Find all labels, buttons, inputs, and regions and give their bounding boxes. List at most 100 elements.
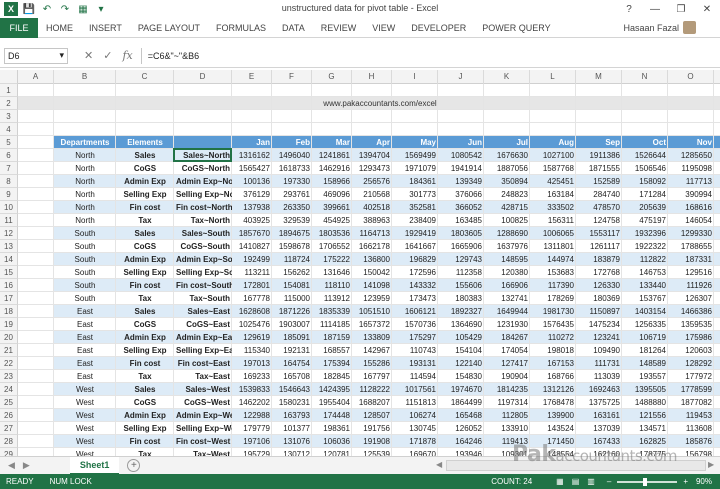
row-header[interactable]: 20 [0, 331, 18, 344]
cell-value[interactable]: 136800 [352, 253, 392, 266]
active-cell-d6[interactable] [173, 148, 232, 162]
column-header[interactable]: F [272, 70, 312, 84]
cell-value[interactable]: 1576435 [530, 318, 576, 331]
cell-element[interactable]: Selling Exp [116, 344, 174, 357]
cell-department[interactable]: North [54, 214, 116, 227]
cell-value[interactable]: 1027100 [530, 149, 576, 162]
cell-value[interactable]: 248823 [484, 188, 530, 201]
cell-value[interactable]: 158966 [312, 175, 352, 188]
cell-value[interactable]: 104 [714, 435, 720, 448]
row-header[interactable]: 3 [0, 110, 18, 123]
column-header[interactable]: C [116, 70, 174, 84]
cell-value[interactable]: 293761 [272, 188, 312, 201]
cell-value[interactable]: 183879 [576, 253, 622, 266]
cell-value[interactable]: 106274 [392, 409, 438, 422]
cell-value[interactable]: 1233 [714, 162, 720, 175]
cell-value[interactable]: 376129 [232, 188, 272, 201]
cell-department[interactable]: North [54, 175, 116, 188]
cell-value[interactable]: 1410827 [232, 240, 272, 253]
cell-combined-key[interactable]: CoGS~North [174, 162, 232, 175]
cell-value[interactable]: 1316162 [232, 149, 272, 162]
cell-value[interactable]: 133440 [622, 279, 668, 292]
cell-value[interactable]: 1720 [714, 149, 720, 162]
select-all-corner[interactable] [0, 70, 18, 84]
cell-combined-key[interactable]: Sales~South [174, 227, 232, 240]
cell-department[interactable]: West [54, 409, 116, 422]
cell-value[interactable]: 199 [714, 279, 720, 292]
cell-value[interactable]: 1871555 [576, 162, 622, 175]
cell-value[interactable]: 100136 [232, 175, 272, 188]
cell-value[interactable]: 146753 [622, 266, 668, 279]
cell-element[interactable]: Admin Exp [116, 175, 174, 188]
cell-value[interactable]: 119453 [668, 409, 714, 422]
cell-value[interactable]: 171284 [622, 188, 668, 201]
tab-view[interactable]: VIEW [364, 18, 403, 38]
cell-value[interactable]: 175394 [312, 357, 352, 370]
column-header[interactable]: K [484, 70, 530, 84]
cell-value[interactable]: 154830 [438, 370, 484, 383]
cell-value[interactable]: 167797 [352, 370, 392, 383]
cell-value[interactable]: 197330 [272, 175, 312, 188]
name-box[interactable]: D6 ▾ [4, 47, 68, 64]
restore-button[interactable]: ❐ [668, 0, 694, 18]
cell-value[interactable]: 134571 [622, 422, 668, 435]
cell-department[interactable]: East [54, 305, 116, 318]
cell-combined-key[interactable]: Selling Exp~North [174, 188, 232, 201]
cell-value[interactable]: 177972 [668, 370, 714, 383]
cell-value[interactable]: 399661 [312, 201, 352, 214]
cell-value[interactable]: 113912 [312, 292, 352, 305]
cell-value[interactable]: 1017561 [392, 383, 438, 396]
cell-combined-key[interactable]: Fin cost~East [174, 357, 232, 370]
cell-value[interactable]: 101377 [272, 422, 312, 435]
cell-value[interactable]: 172801 [232, 279, 272, 292]
cell-value[interactable]: 1877082 [668, 396, 714, 409]
cell-value[interactable]: 187159 [312, 331, 352, 344]
cell-value[interactable]: 146054 [668, 214, 714, 227]
cell-value[interactable]: 120380 [484, 266, 530, 279]
cell-value[interactable]: 129516 [668, 266, 714, 279]
cell-value[interactable]: 127417 [484, 357, 530, 370]
worksheet-grid[interactable]: ABCDEFGHIJKLMNOP123456789101112131415161… [0, 70, 720, 456]
row-header[interactable]: 12 [0, 227, 18, 240]
cell-combined-key[interactable]: Fin cost~South [174, 279, 232, 292]
row-header[interactable]: 1 [0, 84, 18, 97]
help-button[interactable]: ? [616, 0, 642, 18]
cell-department[interactable]: North [54, 149, 116, 162]
cell-combined-key[interactable]: CoGS~East [174, 318, 232, 331]
cell-value[interactable]: 205639 [622, 201, 668, 214]
cell-value[interactable]: 1570736 [392, 318, 438, 331]
cell-value[interactable]: 142 [714, 448, 720, 456]
cell-value[interactable]: 1496040 [272, 149, 312, 162]
cell-value[interactable]: 1894675 [272, 227, 312, 240]
cell-value[interactable]: 120781 [312, 448, 352, 456]
cell-value[interactable]: 1871226 [272, 305, 312, 318]
cell-department[interactable]: West [54, 448, 116, 456]
formula-input[interactable]: =C6&"~"&B6 [140, 47, 720, 64]
view-page-break-icon[interactable]: ▥ [587, 477, 595, 486]
column-header[interactable]: O [668, 70, 714, 84]
cell-value[interactable]: 171878 [392, 435, 438, 448]
cell-value[interactable]: 197106 [232, 435, 272, 448]
cell-value[interactable]: 1150897 [576, 305, 622, 318]
cell-value[interactable]: 120603 [668, 344, 714, 357]
cell-value[interactable]: 1006065 [530, 227, 576, 240]
cell-value[interactable]: 118110 [312, 279, 352, 292]
cell-value[interactable]: 1892327 [438, 305, 484, 318]
cell-value[interactable]: 139349 [438, 175, 484, 188]
cell-department[interactable]: North [54, 188, 116, 201]
cell-value[interactable]: 115000 [272, 292, 312, 305]
tab-developer[interactable]: DEVELOPER [403, 18, 474, 38]
cell-value[interactable]: 154081 [272, 279, 312, 292]
row-header[interactable]: 23 [0, 370, 18, 383]
cell-value[interactable]: 1788655 [668, 240, 714, 253]
cell-value[interactable]: 350894 [484, 175, 530, 188]
cell-combined-key[interactable]: Admin Exp~North [174, 175, 232, 188]
cell-value[interactable]: 112822 [622, 253, 668, 266]
cell-value[interactable]: 1546643 [272, 383, 312, 396]
cell-combined-key[interactable]: CoGS~South [174, 240, 232, 253]
row-header[interactable]: 25 [0, 396, 18, 409]
cell-value[interactable]: 164246 [438, 435, 484, 448]
cell-value[interactable]: 301773 [392, 188, 438, 201]
cell-value[interactable]: 1462202 [232, 396, 272, 409]
cell-value[interactable]: 1565427 [232, 162, 272, 175]
